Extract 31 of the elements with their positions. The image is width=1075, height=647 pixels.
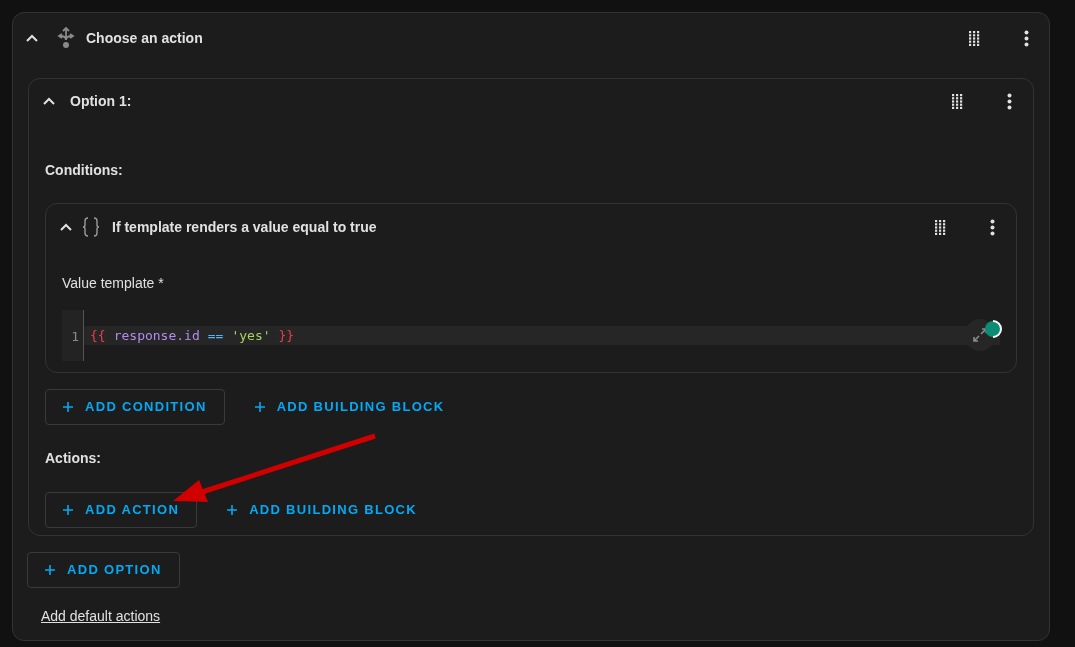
section-label: Actions: bbox=[45, 450, 101, 466]
plus-icon bbox=[254, 402, 265, 412]
line-number: 1 bbox=[71, 327, 79, 346]
curly-braces-icon bbox=[82, 217, 100, 237]
more-options-icon[interactable] bbox=[1024, 29, 1029, 47]
split-arrows-icon bbox=[55, 26, 77, 50]
plus-icon bbox=[45, 565, 55, 575]
option-title: Option 1: bbox=[70, 91, 132, 111]
condition-title: If template renders a value equal to true bbox=[112, 217, 377, 237]
code-editor[interactable]: 1 {{ response.id == 'yes' }} bbox=[62, 310, 1000, 361]
more-options-icon[interactable] bbox=[990, 218, 995, 236]
plus-icon bbox=[63, 505, 73, 515]
outlined-button[interactable]: ADD OPTION bbox=[27, 552, 180, 588]
outlined-button[interactable]: ADD CONDITION bbox=[45, 389, 225, 425]
chevron-up-icon[interactable] bbox=[59, 222, 73, 232]
more-options-icon[interactable] bbox=[1007, 92, 1012, 110]
expand-icon bbox=[973, 328, 987, 342]
add-default-actions-link[interactable]: Add default actions bbox=[41, 608, 161, 624]
section-label: Conditions: bbox=[45, 162, 123, 178]
plus-icon bbox=[227, 505, 238, 515]
card-title: Choose an action bbox=[86, 28, 203, 48]
drag-handle-icon[interactable] bbox=[969, 30, 980, 46]
chevron-up-icon[interactable] bbox=[42, 96, 56, 106]
text-button[interactable]: ADD BUILDING BLOCK bbox=[209, 492, 435, 528]
plus-icon bbox=[63, 402, 73, 412]
text-button[interactable]: ADD BUILDING BLOCK bbox=[236, 389, 463, 425]
chevron-up-icon[interactable] bbox=[25, 33, 39, 43]
drag-handle-icon[interactable] bbox=[952, 93, 963, 109]
spinner-icon bbox=[984, 320, 1002, 338]
drag-handle-icon[interactable] bbox=[935, 219, 946, 235]
field-label: Value template * bbox=[62, 275, 164, 291]
